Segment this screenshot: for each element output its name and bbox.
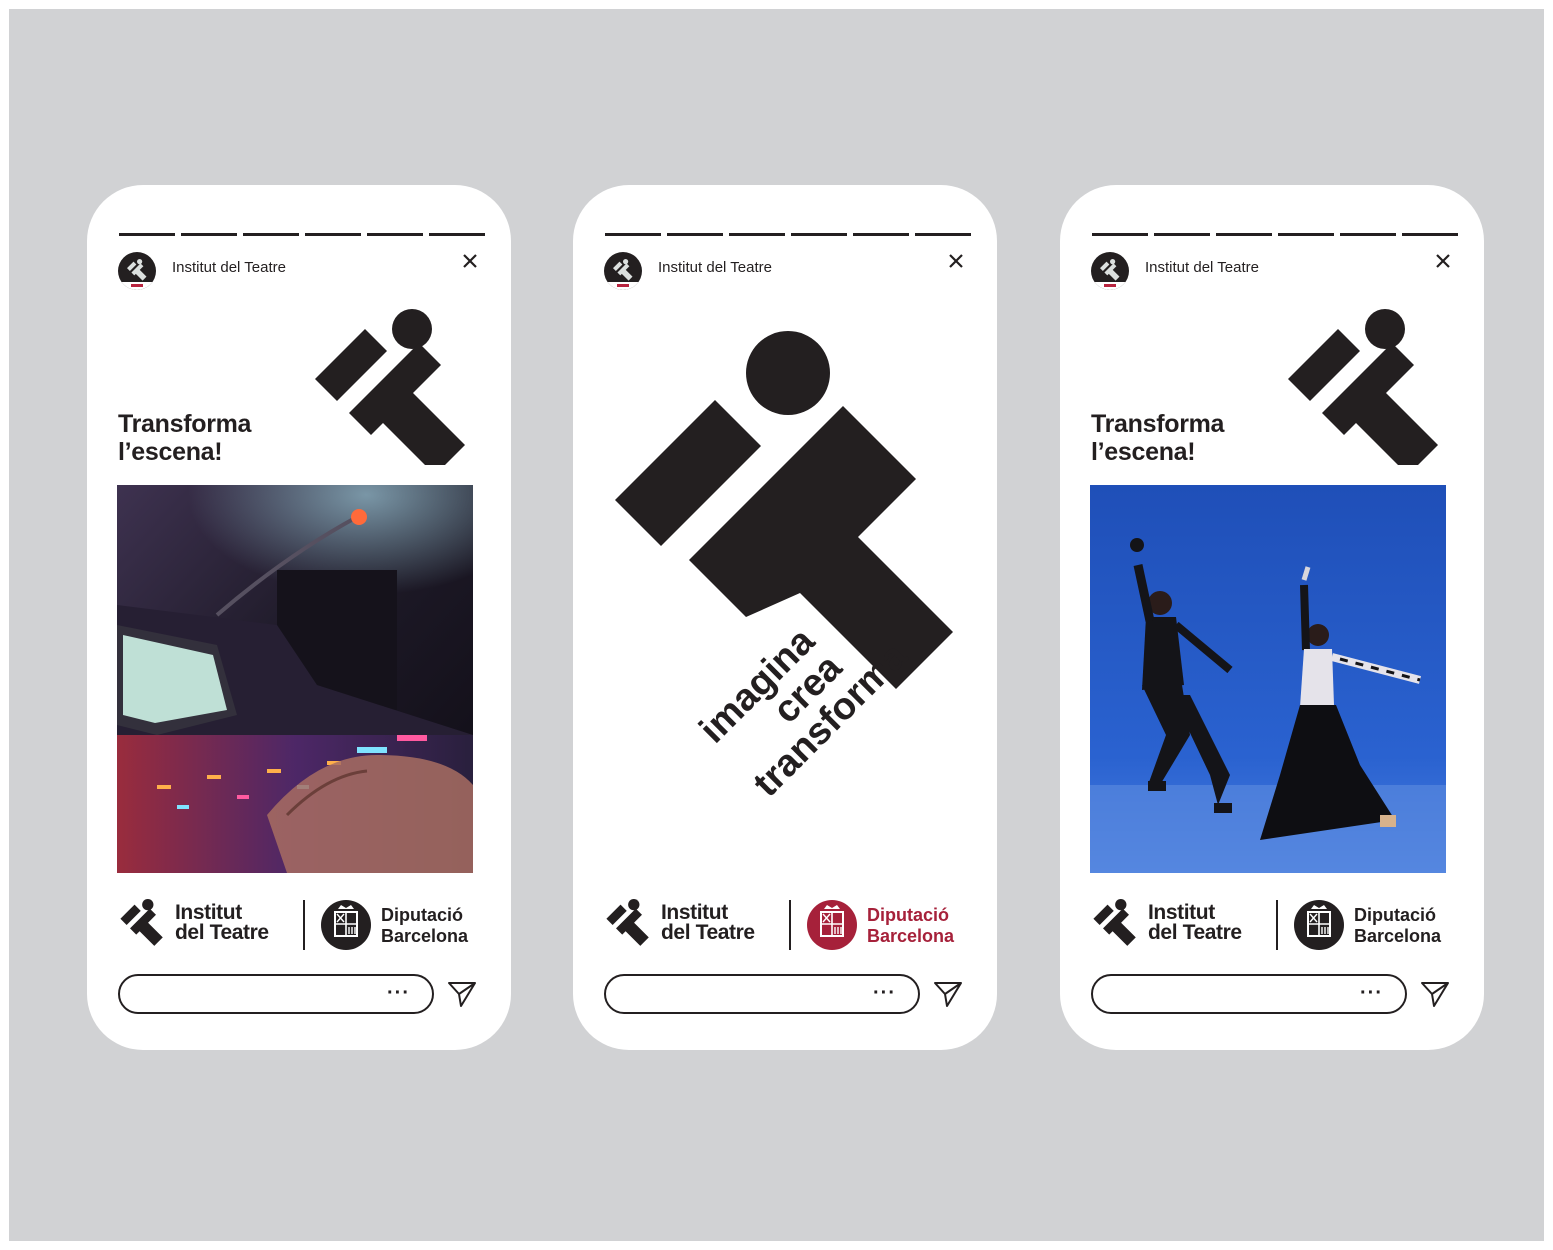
send-icon[interactable] bbox=[1419, 978, 1451, 1010]
diputacio-logo-text: Diputació Barcelona bbox=[381, 905, 468, 947]
logo-line: Diputació bbox=[867, 905, 950, 925]
progress-segment bbox=[181, 233, 237, 236]
progress-segment bbox=[1402, 233, 1458, 236]
it-mark-icon bbox=[606, 899, 649, 946]
reply-input[interactable]: ··· bbox=[1091, 974, 1407, 1014]
logo-divider bbox=[303, 900, 305, 950]
it-mark-icon bbox=[315, 309, 465, 465]
progress-segment bbox=[1092, 233, 1148, 236]
footer-logos: Institut del Teatre Diputació Barcelona bbox=[603, 895, 973, 955]
progress-segment bbox=[305, 233, 361, 236]
institut-logo-text: Institut del Teatre bbox=[661, 901, 755, 944]
logo-line: del Teatre bbox=[175, 921, 269, 944]
headline-line: Transforma bbox=[118, 410, 252, 438]
story-progress-bar bbox=[119, 233, 485, 236]
diputacio-seal-icon bbox=[1294, 900, 1344, 950]
headline: Transforma l’escena! bbox=[118, 410, 251, 466]
profile-name[interactable]: Institut del Teatre bbox=[1145, 259, 1259, 276]
institut-logo-text: Institut del Teatre bbox=[175, 901, 269, 944]
logo-line: Diputació bbox=[381, 905, 464, 925]
story-progress-bar bbox=[1092, 233, 1458, 236]
headline-line: Transforma bbox=[1091, 410, 1225, 438]
progress-segment bbox=[1340, 233, 1396, 236]
reply-input[interactable]: ··· bbox=[118, 974, 434, 1014]
more-options-icon[interactable]: ··· bbox=[387, 982, 410, 1005]
progress-segment bbox=[243, 233, 299, 236]
logo-line: del Teatre bbox=[1148, 921, 1242, 944]
close-icon[interactable] bbox=[460, 251, 480, 271]
more-options-icon[interactable]: ··· bbox=[1360, 982, 1383, 1005]
more-options-icon[interactable]: ··· bbox=[873, 982, 896, 1005]
diputacio-logo-text: Diputació Barcelona bbox=[867, 905, 954, 947]
logo-line: Institut bbox=[661, 901, 728, 924]
progress-segment bbox=[915, 233, 971, 236]
send-icon[interactable] bbox=[932, 978, 964, 1010]
close-icon[interactable] bbox=[946, 251, 966, 271]
sound-mixing-console-photo bbox=[117, 485, 473, 873]
story-progress-bar bbox=[605, 233, 971, 236]
progress-segment bbox=[605, 233, 661, 236]
progress-segment bbox=[1154, 233, 1210, 236]
profile-name[interactable]: Institut del Teatre bbox=[172, 259, 286, 276]
footer-logos: Institut del Teatre Diputació Barcelona bbox=[117, 895, 487, 955]
logo-divider bbox=[1276, 900, 1278, 950]
progress-segment bbox=[1216, 233, 1272, 236]
diputacio-seal-icon bbox=[807, 900, 857, 950]
flamenco-dancers-photo bbox=[1090, 485, 1446, 873]
avatar[interactable] bbox=[604, 252, 642, 290]
headline-line: l’escena! bbox=[1091, 438, 1196, 466]
it-mark-icon bbox=[120, 899, 163, 946]
avatar[interactable] bbox=[118, 252, 156, 290]
progress-segment bbox=[667, 233, 723, 236]
it-mark-icon bbox=[1093, 899, 1136, 946]
progress-segment bbox=[119, 233, 175, 236]
story-card-3: Institut del Teatre Transforma l’escena! bbox=[1060, 185, 1484, 1050]
logo-line: Institut bbox=[175, 901, 242, 924]
institut-logo-text: Institut del Teatre bbox=[1148, 901, 1242, 944]
logo-line: Barcelona bbox=[867, 926, 955, 946]
headline: Transforma l’escena! bbox=[1091, 410, 1224, 466]
logo-line: Institut bbox=[1148, 901, 1215, 924]
logo-line: Barcelona bbox=[1354, 926, 1442, 946]
progress-segment bbox=[367, 233, 423, 236]
progress-segment bbox=[1278, 233, 1334, 236]
logo-line: Diputació bbox=[1354, 905, 1437, 925]
reply-input[interactable]: ··· bbox=[604, 974, 920, 1014]
logo-divider bbox=[789, 900, 791, 950]
footer-logos: Institut del Teatre Diputació Barcelona bbox=[1090, 895, 1460, 955]
progress-segment bbox=[791, 233, 847, 236]
avatar[interactable] bbox=[1091, 252, 1129, 290]
story-card-1: Institut del Teatre Transforma l’escena! bbox=[87, 185, 511, 1050]
diputacio-seal-icon bbox=[321, 900, 371, 950]
it-mark-icon: imagina crea transforma bbox=[615, 331, 953, 805]
close-icon[interactable] bbox=[1433, 251, 1453, 271]
progress-segment bbox=[429, 233, 485, 236]
send-icon[interactable] bbox=[446, 978, 478, 1010]
profile-name[interactable]: Institut del Teatre bbox=[658, 259, 772, 276]
it-mark-icon bbox=[1288, 309, 1438, 465]
progress-segment bbox=[853, 233, 909, 236]
story-card-2: Institut del Teatre imagina crea transfo… bbox=[573, 185, 997, 1050]
diputacio-logo-text: Diputació Barcelona bbox=[1354, 905, 1441, 947]
headline-line: l’escena! bbox=[118, 438, 223, 466]
logo-line: Barcelona bbox=[381, 926, 469, 946]
logo-line: del Teatre bbox=[661, 921, 755, 944]
progress-segment bbox=[729, 233, 785, 236]
